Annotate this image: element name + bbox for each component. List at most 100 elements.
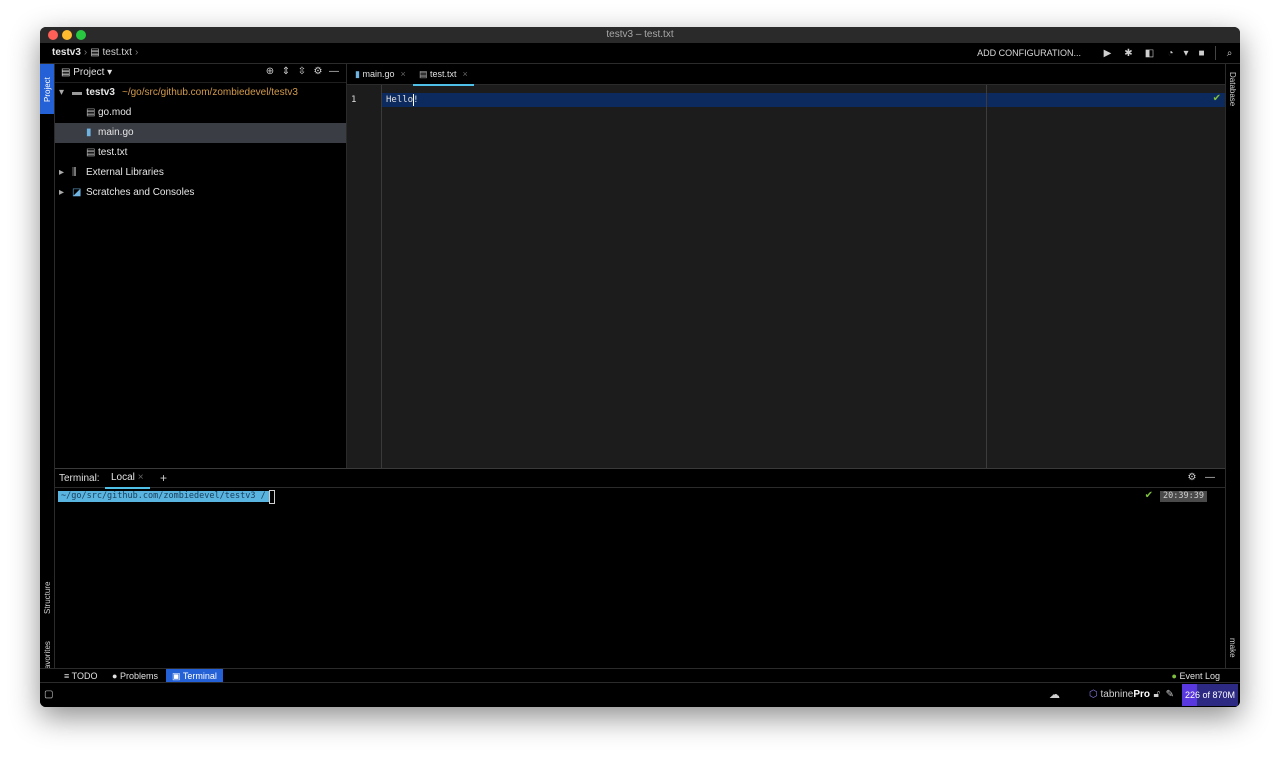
tab-main-go[interactable]: ▮ main.go × xyxy=(355,64,406,84)
tree-item-scratches[interactable]: ▸ ◪ Scratches and Consoles xyxy=(55,183,346,203)
current-line-highlight xyxy=(347,93,1225,107)
hide-icon[interactable]: — xyxy=(326,66,342,77)
tree-item-label: main.go xyxy=(98,127,134,138)
check-icon: ✔ xyxy=(1144,490,1153,501)
ide-window: testv3 – test.txt testv3 › ▤ test.txt › ADD… xyxy=(40,27,1240,707)
file-icon: ▤ xyxy=(86,107,96,118)
tab-test-txt[interactable]: ▤ test.txt × xyxy=(413,64,474,86)
text-file-icon: ▤ xyxy=(86,147,96,158)
add-configuration-button[interactable]: ADD CONFIGURATION... xyxy=(977,48,1081,58)
line-number: 1 xyxy=(351,95,357,105)
list-icon: ≡ xyxy=(64,671,70,681)
editor-area: ▮ main.go × ▤ test.txt × 1 Hello! ✔ xyxy=(347,64,1225,468)
event-log-icon: ● xyxy=(1171,671,1177,681)
memory-indicator[interactable]: 226 of 870M xyxy=(1182,684,1238,706)
tree-item-label: test.txt xyxy=(98,147,128,158)
tree-item-path: ~/go/src/github.com/zombiedevel/testv3 xyxy=(122,87,298,98)
hide-icon[interactable]: — xyxy=(1201,472,1219,483)
inspection-ok-icon[interactable]: ✔ xyxy=(1213,93,1221,104)
event-log-button[interactable]: ● Event Log xyxy=(1166,669,1226,683)
line-gutter xyxy=(347,85,382,468)
scratches-icon: ◪ xyxy=(72,187,82,198)
breadcrumb-project[interactable]: testv3 xyxy=(52,47,81,58)
collapse-all-icon[interactable]: ⇳ xyxy=(294,66,310,77)
tree-item-main-go[interactable]: ▮ main.go xyxy=(55,123,346,143)
left-tool-strip: Project Structure Favorites xyxy=(40,64,55,674)
locate-icon[interactable]: ⊕ xyxy=(262,66,278,77)
chevron-down-icon[interactable]: ▾ xyxy=(1183,48,1189,59)
stop-icon[interactable]: ■ xyxy=(1196,48,1207,59)
gear-icon[interactable]: ⚙ xyxy=(1183,472,1201,483)
memory-used: 226 xyxy=(1184,690,1200,700)
go-file-icon: ▮ xyxy=(86,127,92,138)
tool-window-bar: ≡ TODO ● Problems ▣ Terminal ● Event Log xyxy=(40,668,1240,683)
terminal-label: Terminal xyxy=(182,671,217,681)
folder-icon: ▬ xyxy=(72,87,82,98)
expand-arrow-icon[interactable]: ▸ xyxy=(59,163,64,183)
tab-database[interactable]: Database xyxy=(1226,68,1240,128)
breadcrumb: testv3 › ▤ test.txt › xyxy=(52,47,139,58)
terminal-prompt: ~/go/src/github.com/zombiedevel/testv3 / xyxy=(58,491,269,502)
memory-sep: of xyxy=(1200,690,1213,700)
profile-icon[interactable]: ◔ xyxy=(1165,48,1176,59)
search-icon[interactable]: ⌕ xyxy=(1224,48,1235,59)
tree-item-label: External Libraries xyxy=(86,167,164,178)
right-margin-guide xyxy=(986,85,987,468)
go-file-icon: ▮ xyxy=(355,69,360,79)
tab-project[interactable]: Project xyxy=(40,64,54,114)
gear-icon[interactable]: ⚙ xyxy=(310,66,326,77)
tree-item-external-libraries[interactable]: ▸ ⫼ External Libraries xyxy=(55,163,346,183)
run-icon[interactable]: ▶ xyxy=(1102,48,1113,59)
library-icon: ⫼ xyxy=(72,167,77,178)
tree-item-label: go.mod xyxy=(98,107,132,118)
problems-button[interactable]: ● Problems xyxy=(106,669,164,683)
tab-make[interactable]: make xyxy=(1226,634,1240,664)
breadcrumb-file[interactable]: test.txt xyxy=(102,47,131,58)
info-icon: ● xyxy=(112,671,118,681)
project-icon: ▤ xyxy=(61,67,71,78)
memory-total: 870M xyxy=(1212,690,1236,700)
text-cursor xyxy=(413,94,414,106)
status-bar: ▢ ☁ ⬡ tabninePro 🔓︎ ✎ 226 of 870M xyxy=(40,682,1240,707)
wrench-icon[interactable]: ✎ xyxy=(1166,689,1174,700)
tabnine-icon: ⬡ xyxy=(1089,689,1098,700)
expand-all-icon[interactable]: ⇕ xyxy=(278,66,294,77)
unlock-icon[interactable]: 🔓︎ xyxy=(1154,689,1160,700)
terminal-icon: ▣ xyxy=(172,671,181,681)
debug-icon[interactable]: ✱ xyxy=(1123,48,1134,59)
toggle-tool-windows-icon[interactable]: ▢ xyxy=(44,689,53,700)
tab-structure[interactable]: Structure xyxy=(40,574,54,624)
terminal-cursor xyxy=(269,490,275,504)
event-log-label: Event Log xyxy=(1179,671,1220,681)
tabnine-label: tabnine xyxy=(1100,689,1134,700)
terminal-header: Terminal: Local × + ⚙ — xyxy=(55,469,1225,489)
expand-arrow-icon[interactable]: ▸ xyxy=(59,183,64,203)
project-panel-title: Project xyxy=(73,67,105,78)
cloud-icon[interactable]: ☁ xyxy=(1049,688,1060,701)
tabnine-status[interactable]: ⬡ tabninePro xyxy=(1089,689,1150,700)
new-terminal-tab-button[interactable]: + xyxy=(160,471,167,485)
todo-button[interactable]: ≡ TODO xyxy=(58,669,103,683)
tree-item-root[interactable]: ▾ ▬ testv3 ~/go/src/github.com/zombiedev… xyxy=(55,83,346,103)
tree-item-test-txt[interactable]: ▤ test.txt xyxy=(55,143,346,163)
right-tool-strip: Database make xyxy=(1225,64,1240,668)
close-tab-icon[interactable]: × xyxy=(463,69,468,79)
terminal-tab-label: Local xyxy=(111,472,135,483)
problems-label: Problems xyxy=(119,671,158,681)
tree-item-go-mod[interactable]: ▤ go.mod xyxy=(55,103,346,123)
terminal-button[interactable]: ▣ Terminal xyxy=(166,669,223,683)
close-tab-icon[interactable]: × xyxy=(401,69,406,79)
project-panel-header: ▤ Project ▾ ⊕ ⇕ ⇳ ⚙ — xyxy=(55,64,346,83)
close-tab-icon[interactable]: × xyxy=(138,472,144,483)
tab-project-label: Project xyxy=(43,77,52,102)
todo-label: TODO xyxy=(71,671,98,681)
terminal-panel: Terminal: Local × + ⚙ — ~/go/src/github.… xyxy=(55,468,1225,669)
tabnine-pro-label: Pro xyxy=(1133,689,1150,700)
project-view-selector[interactable]: ▤ Project ▾ xyxy=(61,67,112,78)
terminal-tab-local[interactable]: Local × xyxy=(105,469,150,489)
tree-item-label: testv3 xyxy=(86,87,115,98)
tab-label: test.txt xyxy=(430,69,457,79)
coverage-icon[interactable]: ◧ xyxy=(1144,48,1155,59)
expand-arrow-icon[interactable]: ▾ xyxy=(59,83,64,103)
chevron-down-icon: ▾ xyxy=(107,67,113,78)
